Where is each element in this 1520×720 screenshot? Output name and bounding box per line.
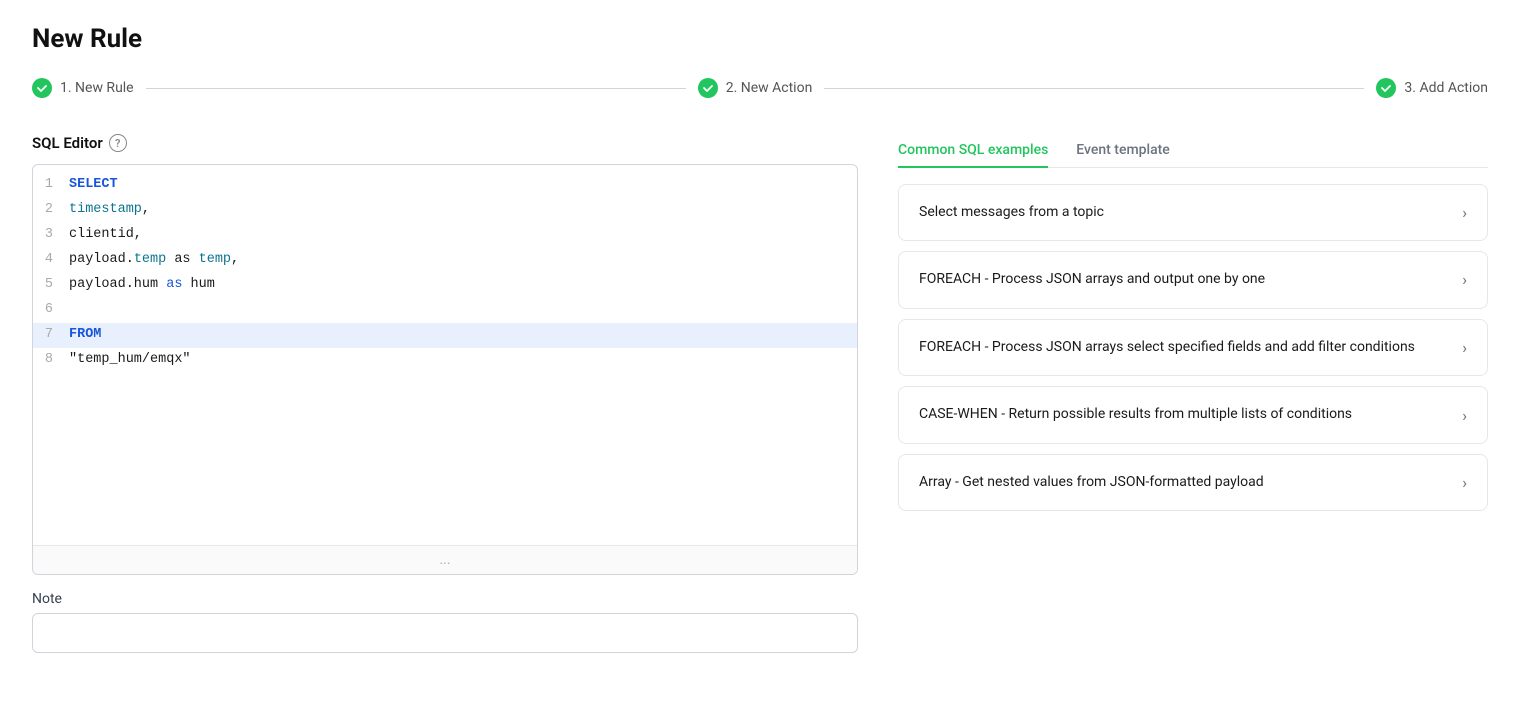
note-section: Note — [32, 591, 858, 653]
code-line-5: 5 payload.hum as hum — [33, 273, 857, 298]
step-2-label: 2. New Action — [726, 80, 813, 96]
line-content: timestamp, — [69, 199, 857, 222]
main-content: SQL Editor ? 1SELECT2 timestamp,3 client… — [32, 134, 1488, 653]
line-content: clientid, — [69, 224, 857, 247]
step-3-label: 3. Add Action — [1404, 80, 1488, 96]
line-content: FROM — [69, 324, 857, 347]
sql-editor[interactable]: 1SELECT2 timestamp,3 clientid,4 payload.… — [32, 164, 858, 575]
line-number: 7 — [33, 324, 69, 347]
chevron-right-icon: › — [1462, 338, 1467, 357]
tab-event-template[interactable]: Event template — [1076, 134, 1170, 168]
chevron-right-icon: › — [1462, 406, 1467, 425]
left-panel: SQL Editor ? 1SELECT2 timestamp,3 client… — [32, 134, 858, 653]
help-icon[interactable]: ? — [109, 134, 127, 152]
chevron-right-icon: › — [1462, 203, 1467, 222]
step-2: 2. New Action — [698, 78, 813, 98]
line-content: "temp_hum/emqx" — [69, 349, 857, 372]
line-number: 5 — [33, 274, 69, 297]
code-line-6: 6 — [33, 298, 857, 323]
note-label: Note — [32, 591, 858, 607]
example-text: Array - Get nested values from JSON-form… — [919, 473, 1462, 493]
step-line-1 — [146, 88, 686, 89]
code-line-1: 1SELECT — [33, 173, 857, 198]
stepper: 1. New Rule 2. New Action 3. Add Action — [32, 78, 1488, 98]
example-item-ex3[interactable]: FOREACH - Process JSON arrays select spe… — [898, 319, 1488, 377]
line-number: 8 — [33, 349, 69, 372]
note-input[interactable] — [32, 613, 858, 653]
tab-common-sql[interactable]: Common SQL examples — [898, 134, 1048, 168]
line-number: 6 — [33, 299, 69, 322]
example-item-ex2[interactable]: FOREACH - Process JSON arrays and output… — [898, 251, 1488, 309]
step-1: 1. New Rule — [32, 78, 134, 98]
line-content: SELECT — [69, 174, 857, 197]
step-1-icon — [32, 78, 52, 98]
example-item-ex5[interactable]: Array - Get nested values from JSON-form… — [898, 454, 1488, 512]
example-text: CASE-WHEN - Return possible results from… — [919, 405, 1462, 425]
line-number: 3 — [33, 224, 69, 247]
example-text: FOREACH - Process JSON arrays select spe… — [919, 338, 1462, 358]
step-line-2 — [824, 88, 1364, 89]
editor-resize-handle[interactable]: ... — [33, 545, 857, 574]
chevron-right-icon: › — [1462, 473, 1467, 492]
code-line-8: 8"temp_hum/emqx" — [33, 348, 857, 373]
page-title: New Rule — [32, 24, 1488, 54]
line-number: 2 — [33, 199, 69, 222]
tabs: Common SQL examples Event template — [898, 134, 1488, 168]
chevron-right-icon: › — [1462, 270, 1467, 289]
line-content: payload.hum as hum — [69, 274, 857, 297]
line-number: 4 — [33, 249, 69, 272]
line-number: 1 — [33, 174, 69, 197]
right-panel: Common SQL examples Event template Select… — [898, 134, 1488, 521]
step-3-icon — [1376, 78, 1396, 98]
step-1-label: 1. New Rule — [60, 80, 134, 96]
code-line-7: 7FROM — [33, 323, 857, 348]
example-text: Select messages from a topic — [919, 203, 1462, 223]
sql-editor-label: SQL Editor ? — [32, 134, 858, 152]
example-text: FOREACH - Process JSON arrays and output… — [919, 270, 1462, 290]
code-line-4: 4 payload.temp as temp, — [33, 248, 857, 273]
examples-list: Select messages from a topic›FOREACH - P… — [898, 184, 1488, 522]
code-line-2: 2 timestamp, — [33, 198, 857, 223]
example-item-ex1[interactable]: Select messages from a topic› — [898, 184, 1488, 242]
step-3: 3. Add Action — [1376, 78, 1488, 98]
line-content: payload.temp as temp, — [69, 249, 857, 272]
example-item-ex4[interactable]: CASE-WHEN - Return possible results from… — [898, 386, 1488, 444]
step-2-icon — [698, 78, 718, 98]
code-line-3: 3 clientid, — [33, 223, 857, 248]
editor-body[interactable]: 1SELECT2 timestamp,3 clientid,4 payload.… — [33, 165, 857, 545]
